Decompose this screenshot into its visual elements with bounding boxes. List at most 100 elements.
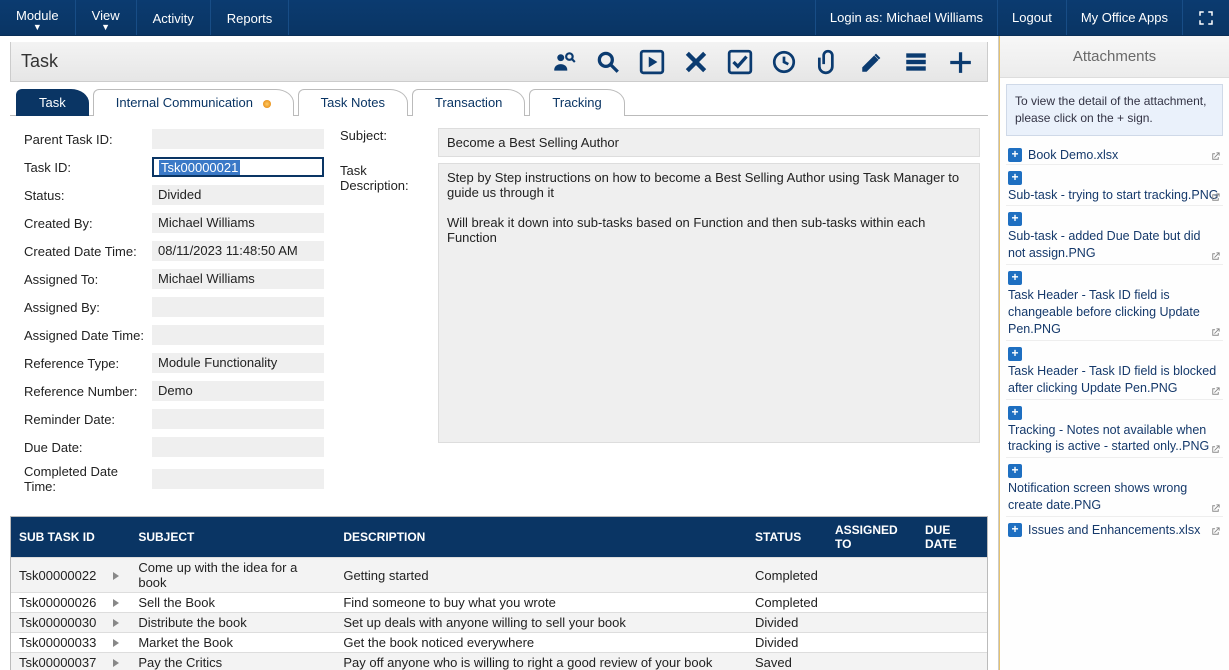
tab-label: Internal Communication [116,95,253,110]
login-as[interactable]: Login as: Michael Williams [815,0,997,35]
subtask-table-wrap: SUB TASK ID SUBJECT DESCRIPTION STATUS A… [10,516,988,670]
user-search-icon[interactable] [551,49,577,75]
tab-tracking[interactable]: Tracking [529,89,624,116]
expand-attachment-button[interactable]: + [1008,406,1022,420]
logout-button[interactable]: Logout [997,0,1066,35]
field-description[interactable]: Step by Step instructions on how to beco… [438,163,980,443]
nav-activity[interactable]: Activity [137,0,211,35]
expand-attachment-button[interactable]: + [1008,212,1022,226]
field-reminder[interactable] [152,409,324,429]
expand-attachment-button[interactable]: + [1008,347,1022,361]
fullscreen-button[interactable] [1182,0,1229,35]
external-link-icon [1210,444,1221,455]
expand-attachment-button[interactable]: + [1008,171,1022,185]
col-status[interactable]: STATUS [747,517,827,558]
field-ref-type[interactable]: Module Functionality [152,353,324,373]
col-due-date[interactable]: DUE DATE [917,517,987,558]
attachment-item[interactable]: + Task Header - Task ID field is changeab… [1006,264,1223,340]
cell-assigned [827,593,917,613]
cell-expand[interactable] [104,558,130,593]
tab-task[interactable]: Task [16,89,89,116]
attachments-list: +Book Demo.xlsx+Sub-task - trying to sta… [1006,142,1223,540]
cell-subtask-id: Tsk00000037 [11,653,104,670]
field-assigned-to[interactable]: Michael Williams [152,269,324,289]
paperclip-icon[interactable] [815,49,841,75]
cell-subject: Distribute the book [130,613,335,633]
play-icon[interactable] [639,49,665,75]
top-nav: Module ▼ View ▼ Activity Reports Login a… [0,0,1229,36]
label-ref-type: Reference Type: [24,356,152,371]
title-bar: Task [10,42,988,82]
field-status[interactable]: Divided [152,185,324,205]
cell-status: Divided [747,633,827,653]
cell-expand[interactable] [104,633,130,653]
cell-subtask-id: Tsk00000026 [11,593,104,613]
cell-subtask-id: Tsk00000022 [11,558,104,593]
field-assigned-by[interactable] [152,297,324,317]
clock-icon[interactable] [771,49,797,75]
field-subject[interactable]: Become a Best Selling Author [438,128,980,157]
plus-icon[interactable] [947,49,973,75]
attachment-item[interactable]: +Task Header - Task ID field is blocked … [1006,340,1223,399]
cell-expand[interactable] [104,613,130,633]
attachment-item[interactable]: +Issues and Enhancements.xlsx [1006,516,1223,539]
col-assigned-to[interactable]: ASSIGNED TO [827,517,917,558]
chevron-right-icon [113,599,119,607]
tab-transaction[interactable]: Transaction [412,89,525,116]
field-created-dt[interactable]: 08/11/2023 11:48:50 AM [152,241,324,261]
chevron-right-icon [113,572,119,580]
expand-attachment-button[interactable]: + [1008,271,1022,285]
list-icon[interactable] [903,49,929,75]
cell-expand[interactable] [104,593,130,613]
col-subject[interactable]: SUBJECT [130,517,335,558]
expand-icon [1197,9,1215,27]
attachment-item[interactable]: +Notification screen shows wrong create … [1006,457,1223,516]
nav-module[interactable]: Module ▼ [0,0,76,35]
field-assigned-dt[interactable] [152,325,324,345]
attachment-item[interactable]: + Tracking - Notes not available when tra… [1006,399,1223,458]
expand-attachment-button[interactable]: + [1008,464,1022,478]
expand-attachment-button[interactable]: + [1008,523,1022,537]
table-row[interactable]: Tsk00000030Distribute the bookSet up dea… [11,613,987,633]
cell-expand[interactable] [104,653,130,670]
cell-status: Saved [747,653,827,670]
field-task-id[interactable]: Tsk00000021 [152,157,324,177]
edit-icon[interactable] [859,49,885,75]
cell-assigned [827,558,917,593]
label-assigned-by: Assigned By: [24,300,152,315]
search-icon[interactable] [595,49,621,75]
field-created-by[interactable]: Michael Williams [152,213,324,233]
attachment-name: Task Header - Task ID field is changeabl… [1008,287,1221,338]
office-apps-button[interactable]: My Office Apps [1066,0,1182,35]
table-row[interactable]: Tsk00000037Pay the CriticsPay off anyone… [11,653,987,670]
close-icon[interactable] [683,49,709,75]
tab-label: Transaction [435,95,502,110]
tab-internal-communication[interactable]: Internal Communication [93,89,294,116]
attachment-name: Tracking - Notes not available when trac… [1008,422,1221,456]
field-ref-num[interactable]: Demo [152,381,324,401]
attachment-item[interactable]: +Sub-task - trying to start tracking.PNG [1006,164,1223,206]
attachment-item[interactable]: +Sub-task - added Due Date but did not a… [1006,205,1223,264]
attachment-item[interactable]: +Book Demo.xlsx [1006,142,1223,164]
cell-subject: Market the Book [130,633,335,653]
page-title: Task [21,51,58,72]
subtask-table: SUB TASK ID SUBJECT DESCRIPTION STATUS A… [11,517,987,670]
logout-label: Logout [1012,10,1052,25]
field-due[interactable] [152,437,324,457]
label-assigned-dt: Assigned Date Time: [24,328,152,343]
table-row[interactable]: Tsk00000033Market the BookGet the book n… [11,633,987,653]
tab-task-notes[interactable]: Task Notes [298,89,408,116]
table-row[interactable]: Tsk00000026Sell the BookFind someone to … [11,593,987,613]
field-parent-task-id[interactable] [152,129,324,149]
col-arrow [104,517,130,558]
nav-reports[interactable]: Reports [211,0,290,35]
table-row[interactable]: Tsk00000022Come up with the idea for a b… [11,558,987,593]
col-subtask-id[interactable]: SUB TASK ID [11,517,104,558]
expand-attachment-button[interactable]: + [1008,148,1022,162]
cell-assigned [827,653,917,670]
nav-view[interactable]: View ▼ [76,0,137,35]
checkbox-icon[interactable] [727,49,753,75]
field-completed[interactable] [152,469,324,489]
chevron-right-icon [113,639,119,647]
col-description[interactable]: DESCRIPTION [335,517,747,558]
